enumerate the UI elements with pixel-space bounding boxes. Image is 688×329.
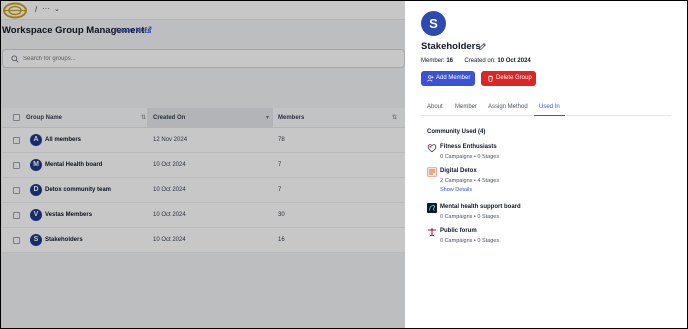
community-stats: 0 Campaigns • 0 Stages [440, 154, 500, 160]
table-row[interactable]: D Detox community team 10 Oct 2024 7 [2, 178, 405, 203]
created-date: 10 Oct 2024 [153, 187, 186, 193]
add-user-icon [427, 75, 434, 82]
group-avatar: S [30, 234, 42, 246]
row-checkbox[interactable] [13, 212, 20, 219]
external-link-icon[interactable] [144, 26, 152, 34]
row-checkbox[interactable] [13, 187, 20, 194]
table-header: Group Name ⇅ Created On ▾ Members ⇅ [2, 108, 405, 128]
group-meta: Member: 16 Created on: 10 Oct 2024 [421, 58, 531, 64]
delete-group-label: Delete Group [496, 75, 532, 81]
forum-logo-icon [428, 228, 436, 236]
community-stats: 0 Campaigns • 0 Stages [440, 238, 500, 244]
sort-desc-icon[interactable]: ▾ [266, 108, 269, 128]
created-value: 10 Oct 2024 [497, 58, 531, 64]
breadcrumb-more-icon[interactable]: ··· [42, 4, 50, 13]
created-date: 10 Oct 2024 [153, 162, 186, 168]
community-name[interactable]: Mental health support board [440, 203, 521, 212]
group-avatar: M [30, 159, 42, 171]
trash-icon [488, 75, 493, 82]
search-box[interactable] [2, 49, 405, 68]
group-details-drawer: S Stakeholders Member: 16 Created on: 10… [405, 1, 687, 328]
table-row[interactable]: S Stakeholders 10 Oct 2024 16 [2, 228, 405, 253]
sort-icon[interactable]: ⇅ [141, 108, 146, 128]
created-label: Created on: [464, 58, 496, 64]
show-details-link[interactable]: Show Details [440, 187, 472, 193]
community-stats: 0 Campaigns • 0 Stages [440, 214, 500, 220]
heart-logo-icon [427, 144, 437, 153]
row-checkbox[interactable] [13, 162, 20, 169]
group-name[interactable]: All members [45, 128, 81, 153]
group-title: Stakeholders [421, 41, 481, 52]
tab-used-in[interactable]: Used In [534, 99, 565, 116]
group-name[interactable]: Mental Health board [45, 153, 102, 178]
group-avatar-large: S [421, 11, 446, 36]
group-avatar: D [30, 184, 42, 196]
table-row[interactable]: A All members 12 Nov 2024 78 [2, 128, 405, 153]
group-management-page: / ··· ⌄ Workspace Group Management Learn… [1, 1, 405, 328]
chevron-down-icon[interactable]: ⌄ [54, 5, 60, 13]
column-header-members[interactable]: Members [278, 108, 304, 128]
community-used-heading: Community Used (4) [427, 129, 486, 135]
group-name[interactable]: Detox community team [45, 178, 111, 203]
tab-member[interactable]: Member [455, 99, 477, 116]
column-header-created-on[interactable]: Created On [147, 108, 273, 128]
member-count: 78 [278, 137, 285, 143]
member-value: 16 [446, 58, 454, 64]
group-name[interactable]: Vestas Members [45, 203, 92, 228]
edit-pencil-icon[interactable] [478, 42, 487, 51]
drawer-tabs: About Member Assign Method Used In [421, 99, 671, 116]
community-item[interactable]: Mental health support board 0 Campaigns … [427, 203, 667, 225]
top-bar: / ··· ⌄ [1, 1, 405, 20]
search-input[interactable] [23, 53, 383, 65]
community-stats: 2 Campaigns • 4 Stages [440, 178, 500, 184]
detox-logo-icon [427, 167, 437, 177]
group-name[interactable]: Stakeholders [45, 228, 83, 253]
logo-icon[interactable] [1, 1, 31, 20]
table-row[interactable]: V Vestas Members 10 Oct 2024 30 [2, 203, 405, 228]
member-count: 7 [278, 162, 282, 168]
search-icon [11, 55, 19, 63]
breadcrumb-separator: / [35, 5, 38, 14]
tab-assign-method[interactable]: Assign Method [488, 99, 528, 116]
table-row[interactable]: M Mental Health board 10 Oct 2024 7 [2, 153, 405, 178]
community-item[interactable]: Digital Detox 2 Campaigns • 4 Stages [427, 167, 667, 189]
member-count: 16 [278, 237, 285, 243]
column-header-group-name[interactable]: Group Name [26, 108, 62, 128]
created-date: 10 Oct 2024 [153, 237, 186, 243]
community-name[interactable]: Fitness Enthusiasts [440, 143, 497, 152]
row-checkbox[interactable] [13, 137, 20, 144]
add-member-button[interactable]: Add Member [421, 71, 475, 86]
member-count: 7 [278, 187, 282, 193]
created-date: 10 Oct 2024 [153, 212, 186, 218]
member-label: Member: [421, 58, 445, 64]
delete-group-button[interactable]: Delete Group [481, 71, 536, 86]
tab-about[interactable]: About [427, 99, 443, 116]
community-item[interactable]: Public forum 0 Campaigns • 0 Stages [427, 227, 667, 249]
community-name[interactable]: Public forum [440, 227, 477, 236]
mental-health-logo-icon [427, 203, 437, 213]
select-all-checkbox[interactable] [13, 114, 20, 121]
community-item[interactable]: Fitness Enthusiasts 0 Campaigns • 0 Stag… [427, 143, 667, 165]
community-name[interactable]: Digital Detox [440, 167, 477, 176]
member-count: 30 [278, 212, 285, 218]
row-checkbox[interactable] [13, 237, 20, 244]
add-member-label: Add Member [436, 75, 471, 81]
group-avatar: V [30, 209, 42, 221]
group-avatar: A [30, 134, 42, 146]
app-window: / ··· ⌄ Workspace Group Management Learn… [1, 1, 687, 328]
sort-icon[interactable]: ⇅ [392, 108, 397, 128]
created-date: 12 Nov 2024 [153, 137, 188, 143]
